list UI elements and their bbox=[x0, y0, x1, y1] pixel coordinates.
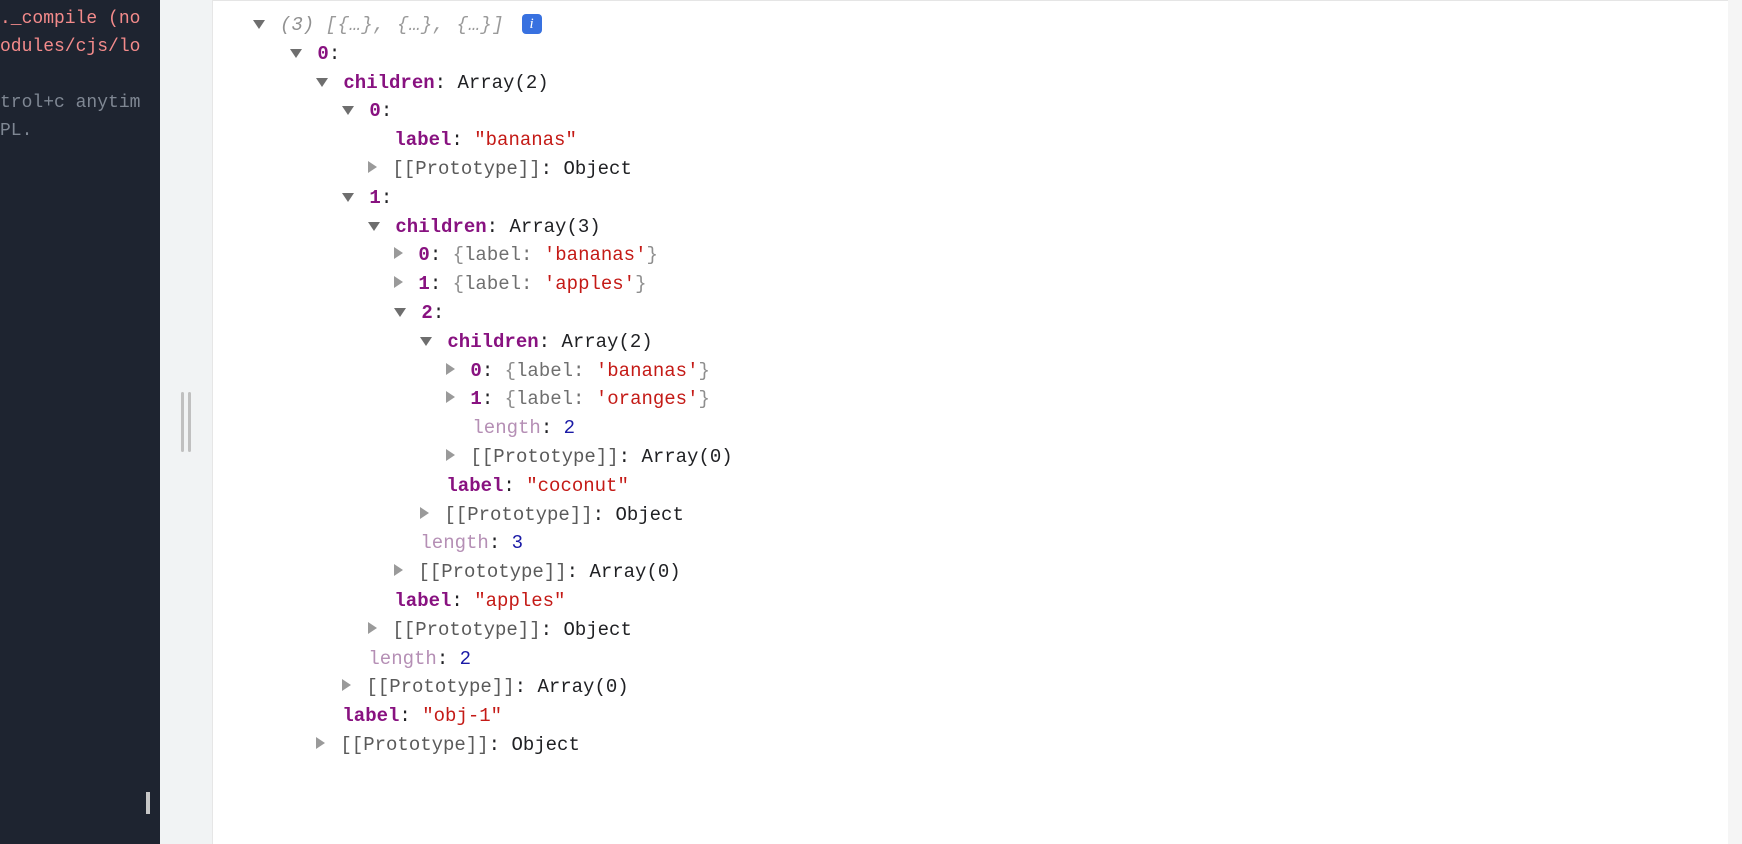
console-panel-wrap: (3) [{…}, {…}, {…}] i 0: children: Array… bbox=[213, 0, 1742, 844]
inline-object-preview: {label: 'bananas'} bbox=[453, 244, 658, 266]
chevron-right-icon[interactable] bbox=[446, 391, 455, 403]
inline-object-preview: {label: 'oranges'} bbox=[505, 388, 710, 410]
array-preview: [{…}, {…}, {…}] bbox=[326, 14, 505, 36]
cursor-icon bbox=[146, 792, 150, 814]
chevron-down-icon[interactable] bbox=[394, 308, 406, 317]
array-length: (3) bbox=[280, 14, 314, 36]
panel-splitter[interactable] bbox=[160, 0, 213, 844]
inline-object-preview: {label: 'bananas'} bbox=[505, 360, 710, 382]
tree-leaf[interactable]: 0: {label: 'bananas'} bbox=[253, 241, 1742, 270]
tree-node[interactable]: 1: bbox=[253, 184, 1742, 213]
tree-leaf[interactable]: length: 2 bbox=[253, 414, 1742, 443]
terminal-line: trol+c anytim bbox=[0, 90, 160, 118]
tree-node[interactable]: 0: bbox=[253, 97, 1742, 126]
tree-node[interactable]: children: Array(3) bbox=[253, 213, 1742, 242]
info-icon[interactable]: i bbox=[522, 14, 542, 34]
tree-proto[interactable]: [[Prototype]]: Object bbox=[253, 616, 1742, 645]
terminal-line: odules/cjs/lo bbox=[0, 34, 160, 62]
scrollbar[interactable] bbox=[1728, 0, 1742, 844]
tree-proto[interactable]: [[Prototype]]: Array(0) bbox=[253, 443, 1742, 472]
tree-node[interactable]: children: Array(2) bbox=[253, 328, 1742, 357]
chevron-down-icon[interactable] bbox=[342, 106, 354, 115]
chevron-right-icon[interactable] bbox=[394, 247, 403, 259]
tree-leaf[interactable]: length: 3 bbox=[253, 529, 1742, 558]
chevron-right-icon[interactable] bbox=[420, 507, 429, 519]
tree-proto[interactable]: [[Prototype]]: Object bbox=[253, 501, 1742, 530]
tree-root-header[interactable]: (3) [{…}, {…}, {…}] i bbox=[253, 11, 1742, 40]
terminal-line: ._compile (no bbox=[0, 6, 160, 34]
tree-proto[interactable]: [[Prototype]]: Object bbox=[253, 155, 1742, 184]
inline-object-preview: {label: 'apples'} bbox=[453, 273, 647, 295]
spacer bbox=[0, 62, 160, 90]
tree-proto[interactable]: [[Prototype]]: Array(0) bbox=[253, 558, 1742, 587]
tree-leaf[interactable]: label: "coconut" bbox=[253, 472, 1742, 501]
drag-handle-icon bbox=[181, 392, 191, 452]
chevron-down-icon[interactable] bbox=[290, 49, 302, 58]
tree-leaf[interactable]: label: "apples" bbox=[253, 587, 1742, 616]
tree-leaf[interactable]: 1: {label: 'oranges'} bbox=[253, 385, 1742, 414]
tree-proto[interactable]: [[Prototype]]: Object bbox=[253, 731, 1742, 760]
tree-leaf[interactable]: length: 2 bbox=[253, 645, 1742, 674]
chevron-down-icon[interactable] bbox=[342, 193, 354, 202]
terminal-line: PL. bbox=[0, 118, 160, 146]
chevron-right-icon[interactable] bbox=[368, 161, 377, 173]
chevron-right-icon[interactable] bbox=[342, 679, 351, 691]
chevron-down-icon[interactable] bbox=[316, 78, 328, 87]
tree-node[interactable]: 0: bbox=[253, 40, 1742, 69]
chevron-right-icon[interactable] bbox=[446, 363, 455, 375]
chevron-right-icon[interactable] bbox=[446, 449, 455, 461]
chevron-right-icon[interactable] bbox=[394, 564, 403, 576]
tree-leaf[interactable]: 0: {label: 'bananas'} bbox=[253, 357, 1742, 386]
terminal-panel[interactable]: ._compile (no odules/cjs/lo trol+c anyti… bbox=[0, 0, 160, 844]
tree-node[interactable]: 2: bbox=[253, 299, 1742, 328]
tree-leaf[interactable]: label: "obj-1" bbox=[253, 702, 1742, 731]
chevron-down-icon[interactable] bbox=[420, 337, 432, 346]
chevron-down-icon[interactable] bbox=[253, 20, 265, 29]
chevron-right-icon[interactable] bbox=[368, 622, 377, 634]
tree-leaf[interactable]: 1: {label: 'apples'} bbox=[253, 270, 1742, 299]
tree-leaf[interactable]: label: "bananas" bbox=[253, 126, 1742, 155]
console-object-tree[interactable]: (3) [{…}, {…}, {…}] i 0: children: Array… bbox=[213, 0, 1742, 844]
chevron-down-icon[interactable] bbox=[368, 222, 380, 231]
chevron-right-icon[interactable] bbox=[316, 737, 325, 749]
tree-node[interactable]: children: Array(2) bbox=[253, 69, 1742, 98]
chevron-right-icon[interactable] bbox=[394, 276, 403, 288]
tree-proto[interactable]: [[Prototype]]: Array(0) bbox=[253, 673, 1742, 702]
